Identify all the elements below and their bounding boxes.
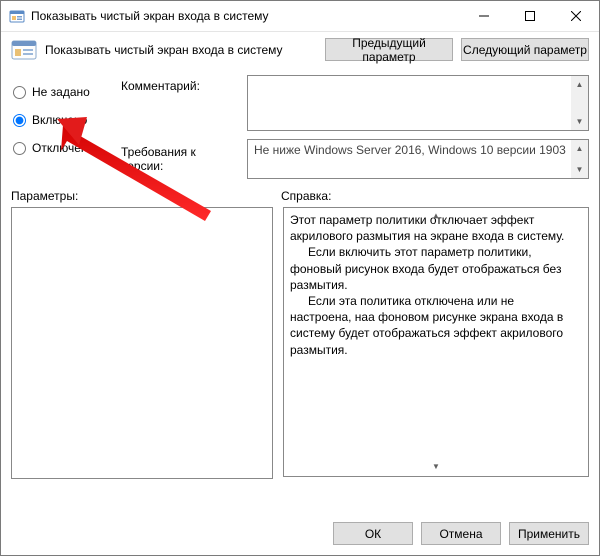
policy-icon	[11, 40, 37, 60]
policy-title: Показывать чистый экран входа в систему	[45, 43, 317, 57]
header-row: Показывать чистый экран входа в систему …	[1, 32, 599, 71]
scroll-down-icon[interactable]: ▼	[571, 161, 588, 178]
close-button[interactable]	[553, 1, 599, 31]
help-pane: Этот параметр политики отключает эффект …	[283, 207, 589, 477]
state-radio-group: Не задано Включено Отключено	[11, 75, 111, 179]
next-setting-button[interactable]: Следующий параметр	[461, 38, 589, 61]
scroll-up-icon[interactable]: ▲	[284, 208, 588, 225]
radio-not-configured[interactable]: Не задано	[13, 85, 111, 99]
requirements-value: Не ниже Windows Server 2016, Windows 10 …	[254, 143, 566, 157]
previous-setting-button[interactable]: Предыдущий параметр	[325, 38, 453, 61]
parameters-label: Параметры:	[11, 189, 281, 203]
lower-section: Этот параметр политики отключает эффект …	[1, 207, 599, 512]
scroll-down-icon[interactable]: ▼	[284, 459, 588, 476]
ok-button[interactable]: ОК	[333, 522, 413, 545]
scroll-down-icon[interactable]: ▼	[571, 113, 588, 130]
app-icon	[9, 8, 25, 24]
radio-enabled[interactable]: Включено	[13, 113, 111, 127]
requirements-textarea: Не ниже Windows Server 2016, Windows 10 …	[247, 139, 589, 179]
radio-enabled-label: Включено	[32, 113, 87, 127]
radio-not-configured-label: Не задано	[32, 85, 90, 99]
titlebar: Показывать чистый экран входа в систему	[1, 1, 599, 32]
comment-textarea[interactable]: ▲ ▼	[247, 75, 589, 131]
gpo-editor-dialog: Показывать чистый экран входа в систему …	[0, 0, 600, 556]
apply-button[interactable]: Применить	[509, 522, 589, 545]
upper-labels: Комментарий: Требования к версии:	[121, 75, 237, 179]
cancel-button[interactable]: Отмена	[421, 522, 501, 545]
scroll-up-icon[interactable]: ▲	[571, 140, 588, 157]
upper-boxes: ▲ ▼ Не ниже Windows Server 2016, Windows…	[247, 75, 589, 179]
radio-not-configured-input[interactable]	[13, 86, 26, 99]
dialog-footer: ОК Отмена Применить	[1, 512, 599, 555]
help-paragraph-2: Если включить этот параметр политики, фо…	[290, 244, 566, 293]
lower-labels-row: Параметры: Справка:	[1, 183, 599, 207]
requirements-scrollbar[interactable]: ▲ ▼	[571, 140, 588, 178]
requirements-label: Требования к версии:	[121, 137, 237, 173]
parameters-pane	[11, 207, 273, 479]
radio-disabled-label: Отключено	[32, 141, 94, 155]
maximize-button[interactable]	[507, 1, 553, 31]
radio-disabled[interactable]: Отключено	[13, 141, 111, 155]
help-label: Справка:	[281, 189, 331, 203]
help-paragraph-3: Если эта политика отключена или не настр…	[290, 293, 566, 358]
radio-enabled-input[interactable]	[13, 114, 26, 127]
comment-scrollbar[interactable]: ▲ ▼	[571, 76, 588, 130]
window-title: Показывать чистый экран входа в систему	[31, 9, 461, 23]
minimize-button[interactable]	[461, 1, 507, 31]
comment-label: Комментарий:	[121, 75, 237, 137]
scroll-up-icon[interactable]: ▲	[571, 76, 588, 93]
radio-disabled-input[interactable]	[13, 142, 26, 155]
upper-section: Не задано Включено Отключено Комментарий…	[1, 71, 599, 183]
